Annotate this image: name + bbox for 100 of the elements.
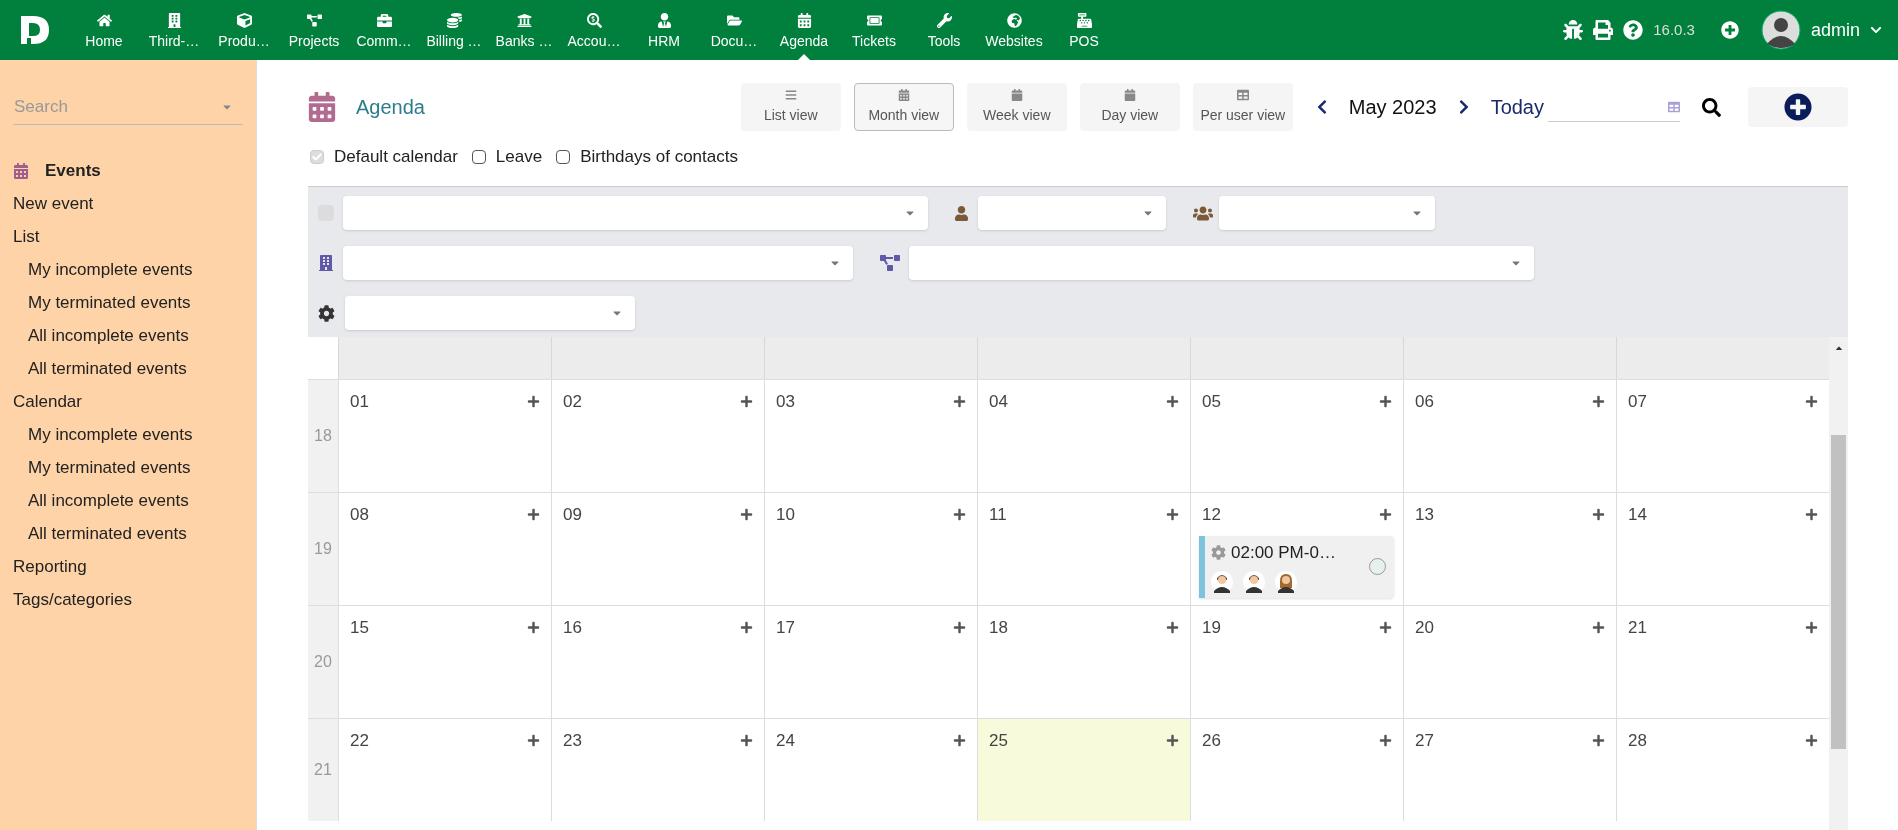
- nav-tab[interactable]: Tickets: [839, 0, 909, 60]
- plus-icon[interactable]: [740, 734, 753, 748]
- menu-link[interactable]: My terminated events: [13, 451, 243, 485]
- nav-tab[interactable]: Produ…: [209, 0, 279, 60]
- plus-icon[interactable]: [1166, 395, 1179, 409]
- search-icon[interactable]: [1702, 97, 1721, 117]
- nav-label: Banks …: [495, 33, 553, 48]
- plus-icon[interactable]: [1166, 621, 1179, 635]
- select-field[interactable]: [978, 196, 1166, 230]
- nav-tab[interactable]: Billing …: [419, 0, 489, 60]
- menu-link[interactable]: All terminated events: [13, 517, 243, 551]
- select-field[interactable]: [343, 196, 928, 230]
- menu-link[interactable]: Reporting: [13, 550, 243, 584]
- day-number: 22: [350, 730, 369, 752]
- menu-link[interactable]: All incomplete events: [13, 319, 243, 353]
- plus-icon[interactable]: [1805, 395, 1818, 409]
- view-button[interactable]: Month view: [853, 83, 954, 131]
- plus-icon[interactable]: [527, 395, 540, 409]
- menu-link[interactable]: List: [13, 220, 243, 254]
- nav-tab[interactable]: Websites: [979, 0, 1049, 60]
- calendar-icon: [308, 92, 336, 122]
- plus-icon[interactable]: [953, 395, 966, 409]
- avatar-icon: [1275, 571, 1297, 594]
- plus-icon[interactable]: [740, 395, 753, 409]
- nav-tab[interactable]: POS: [1049, 0, 1119, 60]
- day-number: 20: [1415, 617, 1434, 639]
- plus-icon[interactable]: [1166, 734, 1179, 748]
- plus-icon[interactable]: [1592, 734, 1605, 748]
- plus-icon[interactable]: [1379, 734, 1392, 748]
- nav-tab[interactable]: Third-…: [139, 0, 209, 60]
- plus-icon[interactable]: [527, 734, 540, 748]
- plus-icon[interactable]: [527, 508, 540, 522]
- select-field[interactable]: [1219, 196, 1435, 230]
- nav-tab[interactable]: Tools: [909, 0, 979, 60]
- select-field[interactable]: [343, 246, 853, 280]
- nav-tab[interactable]: Comm…: [349, 0, 419, 60]
- add-icon[interactable]: [1720, 21, 1739, 39]
- plus-icon: [1784, 93, 1812, 121]
- today-button[interactable]: Today: [1490, 92, 1544, 122]
- scrollbar[interactable]: [1829, 337, 1848, 830]
- event-card[interactable]: 02:00 PM-0…: [1199, 535, 1394, 598]
- plus-icon[interactable]: [1592, 395, 1605, 409]
- plus-icon[interactable]: [1592, 508, 1605, 522]
- view-button[interactable]: Day view: [1079, 83, 1180, 131]
- scrollbar-thumb[interactable]: [1831, 435, 1846, 749]
- plus-icon[interactable]: [1379, 621, 1392, 635]
- nav-tab[interactable]: Agenda: [769, 0, 839, 60]
- day-cell[interactable]: 25: [977, 719, 1190, 821]
- help-icon[interactable]: [1623, 20, 1644, 40]
- plus-icon[interactable]: [740, 621, 753, 635]
- plus-icon[interactable]: [1166, 508, 1179, 522]
- view-button[interactable]: Per user view: [1192, 83, 1293, 131]
- avatar-icon: [1211, 571, 1233, 594]
- plus-icon[interactable]: [1805, 508, 1818, 522]
- view-button[interactable]: Week view: [966, 83, 1067, 131]
- menu-link[interactable]: Calendar: [13, 385, 243, 419]
- checkbox[interactable]: [471, 150, 486, 164]
- menu-link[interactable]: My terminated events: [13, 286, 243, 320]
- select-field[interactable]: [345, 296, 635, 330]
- user-name[interactable]: admin: [1810, 16, 1860, 44]
- plus-icon[interactable]: [1379, 395, 1392, 409]
- nav-tab[interactable]: Home: [69, 0, 139, 60]
- nav-tab[interactable]: Banks …: [489, 0, 559, 60]
- chevron-down-icon[interactable]: [1870, 24, 1882, 36]
- nav-tab[interactable]: Accou…: [559, 0, 629, 60]
- plus-icon[interactable]: [953, 621, 966, 635]
- avatar-icon[interactable]: [1760, 10, 1801, 50]
- building-icon: [319, 254, 333, 272]
- building-icon: [166, 12, 182, 28]
- checkbox[interactable]: [556, 150, 571, 164]
- bug-icon[interactable]: [1563, 20, 1584, 40]
- menu-link[interactable]: All incomplete events: [13, 484, 243, 518]
- nav-tab[interactable]: Docu…: [699, 0, 769, 60]
- week-number: 18: [314, 426, 332, 446]
- plus-icon[interactable]: [1379, 508, 1392, 522]
- person-icon: [656, 12, 672, 28]
- plus-icon[interactable]: [1805, 621, 1818, 635]
- select-field[interactable]: [909, 246, 1534, 280]
- nav-label: Comm…: [356, 33, 412, 48]
- menu-link[interactable]: My incomplete events: [13, 418, 243, 452]
- plus-icon[interactable]: [740, 508, 753, 522]
- nav-tab[interactable]: HRM: [629, 0, 699, 60]
- menu-link[interactable]: All terminated events: [13, 352, 243, 386]
- nav-tab[interactable]: Projects: [279, 0, 349, 60]
- week-number: 20: [314, 652, 332, 672]
- coins-icon: [446, 12, 462, 28]
- plus-icon[interactable]: [953, 734, 966, 748]
- calendar-icon: [13, 163, 29, 179]
- add-button[interactable]: [1748, 87, 1848, 127]
- view-button[interactable]: List view: [740, 83, 841, 131]
- plus-icon[interactable]: [953, 508, 966, 522]
- list-icon: [784, 88, 797, 101]
- plus-icon[interactable]: [1592, 621, 1605, 635]
- plus-icon[interactable]: [1805, 734, 1818, 748]
- print-icon[interactable]: [1593, 20, 1614, 40]
- plus-icon[interactable]: [527, 621, 540, 635]
- menu-link[interactable]: New event: [13, 187, 243, 221]
- menu-link[interactable]: My incomplete events: [13, 253, 243, 287]
- day-number: 17: [776, 617, 795, 639]
- menu-link[interactable]: Tags/categories: [13, 583, 243, 617]
